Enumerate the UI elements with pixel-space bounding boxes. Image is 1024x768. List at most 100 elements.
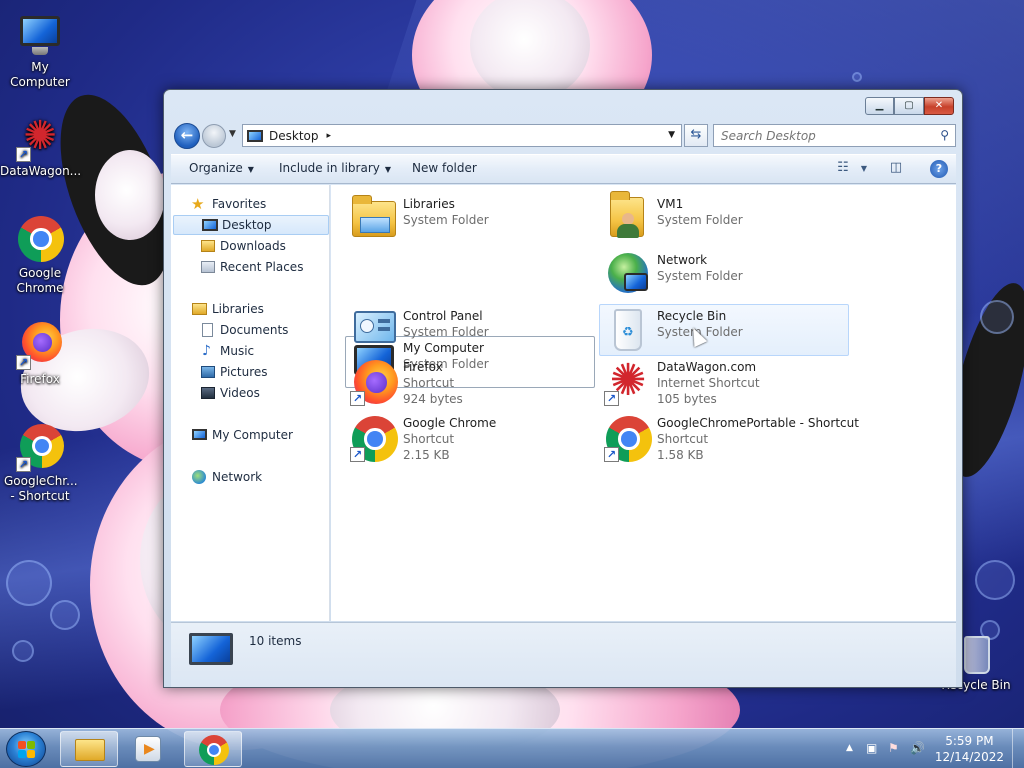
computer-icon xyxy=(16,10,64,58)
desktop-icon-googlechrome-shortcut[interactable]: ↗ GoogleChr... - Shortcut xyxy=(0,424,80,504)
taskbar: ▶ ▲ ▣ ⚑ 🔊 5:59 PM 12/14/2022 xyxy=(0,728,1024,768)
nav-pictures[interactable]: Pictures xyxy=(171,362,329,382)
shortcut-arrow-icon: ↗ xyxy=(350,391,365,406)
nav-downloads[interactable]: Downloads xyxy=(171,236,329,256)
chevron-down-icon: ▼ xyxy=(384,165,392,174)
recent-pages-dropdown-icon[interactable]: ▼ xyxy=(229,129,239,141)
recent-places-icon xyxy=(201,261,215,273)
desktop-icon-label: GoogleChr... - Shortcut xyxy=(4,474,78,503)
chrome-icon xyxy=(16,216,64,264)
computer-icon xyxy=(247,129,263,142)
organize-button[interactable]: Organize ▼ xyxy=(189,161,254,175)
nav-music[interactable]: ♪ Music xyxy=(171,341,329,361)
item-libraries[interactable]: Libraries System Folder xyxy=(345,192,595,244)
include-in-library-button[interactable]: Include in library ▼ xyxy=(279,161,391,175)
desktop-icon-datawagon[interactable]: ✺ ↗ DataWagon... xyxy=(0,114,82,179)
item-vm1[interactable]: VM1 System Folder xyxy=(599,191,849,244)
action-center-icon[interactable]: ⚑ xyxy=(888,741,899,755)
search-icon[interactable]: ⚲ xyxy=(940,128,949,142)
help-icon[interactable]: ? xyxy=(930,160,948,178)
control-panel-icon xyxy=(350,307,398,355)
include-in-library-label: Include in library xyxy=(279,161,380,175)
title-bar[interactable]: ▁ ▢ ✕ xyxy=(164,90,962,120)
network-status-icon[interactable]: ▣ xyxy=(866,741,877,755)
nav-documents[interactable]: Documents xyxy=(171,320,329,340)
address-bar[interactable]: Desktop ▸ ▼ xyxy=(242,124,682,147)
item-googlechromeportable-shortcut[interactable]: ↗ GoogleChromePortable - Shortcut Shortc… xyxy=(599,411,859,463)
nav-videos[interactable]: Videos xyxy=(171,383,329,403)
navigation-bar: ← ▼ Desktop ▸ ▼ ⇆ ⚲ xyxy=(172,123,956,149)
view-options-icon[interactable]: ☷ xyxy=(832,160,854,178)
shortcut-arrow-icon: ↗ xyxy=(604,447,619,462)
taskbar-explorer-button[interactable] xyxy=(60,731,118,767)
shortcut-arrow-icon: ↗ xyxy=(16,147,31,162)
address-path[interactable]: Desktop xyxy=(269,129,319,143)
navigation-pane: ★ Favorites Desktop Downloads Recent Pla… xyxy=(171,185,330,621)
show-desktop-button[interactable] xyxy=(1012,729,1024,768)
libraries-icon xyxy=(192,303,207,315)
desktop-icon-firefox[interactable]: ↗ Firefox xyxy=(0,322,80,387)
item-recycle-bin[interactable]: ♻ Recycle Bin System Folder xyxy=(599,304,849,356)
details-pane: 10 items xyxy=(171,622,956,687)
item-count: 10 items xyxy=(249,634,302,648)
shortcut-arrow-icon: ↗ xyxy=(604,391,619,406)
firefox-icon: ↗ xyxy=(350,358,398,406)
taskbar-chrome-button[interactable] xyxy=(184,731,242,767)
clock[interactable]: 5:59 PM 12/14/2022 xyxy=(935,733,1004,765)
chrome-icon: ↗ xyxy=(604,414,652,462)
computer-icon xyxy=(189,633,233,665)
item-network[interactable]: Network System Folder xyxy=(599,248,849,300)
item-google-chrome[interactable]: ↗ Google Chrome Shortcut 2.15 KB xyxy=(345,411,595,463)
close-button[interactable]: ✕ xyxy=(924,97,954,115)
file-list: Libraries System Folder VM1 System Folde… xyxy=(331,185,956,621)
volume-icon[interactable]: 🔊 xyxy=(910,741,925,755)
nav-favorites[interactable]: ★ Favorites xyxy=(171,194,329,214)
start-button[interactable] xyxy=(6,731,46,767)
desktop-icon-label: Firefox xyxy=(20,372,60,386)
windows-logo-icon xyxy=(18,741,36,759)
shortcut-arrow-icon: ↗ xyxy=(16,355,31,370)
pictures-icon xyxy=(201,366,215,378)
item-control-panel[interactable]: Control Panel System Folder xyxy=(345,304,595,356)
item-datawagon[interactable]: ✺ ↗ DataWagon.com Internet Shortcut 105 … xyxy=(599,355,849,407)
desktop-icon-google-chrome[interactable]: Google Chrome xyxy=(0,216,80,296)
star-icon: ★ xyxy=(191,195,205,213)
chrome-icon: ↗ xyxy=(350,414,398,462)
nav-my-computer[interactable]: My Computer xyxy=(171,425,329,445)
back-button[interactable]: ← xyxy=(174,123,200,149)
refresh-button[interactable]: ⇆ xyxy=(684,124,708,147)
new-folder-label: New folder xyxy=(412,161,477,175)
nav-desktop[interactable]: Desktop xyxy=(173,215,329,235)
chrome-icon xyxy=(199,735,229,765)
view-dropdown-icon[interactable]: ▼ xyxy=(853,164,875,182)
desktop-icon xyxy=(202,219,218,231)
breadcrumb-arrow-icon[interactable]: ▸ xyxy=(327,131,332,141)
preview-pane-icon[interactable]: ◫ xyxy=(885,160,907,178)
address-dropdown-icon[interactable]: ▼ xyxy=(668,130,675,140)
shortcut-arrow-icon: ↗ xyxy=(350,447,365,462)
recycle-bin-icon: ♻ xyxy=(604,307,652,355)
item-firefox[interactable]: ↗ Firefox Shortcut 924 bytes xyxy=(345,355,595,407)
nav-recent-places[interactable]: Recent Places xyxy=(171,257,329,277)
datawagon-icon: ✺ ↗ xyxy=(604,358,652,406)
new-folder-button[interactable]: New folder xyxy=(412,161,477,175)
downloads-folder-icon xyxy=(201,240,215,252)
nav-network[interactable]: Network xyxy=(171,467,329,487)
clock-time: 5:59 PM xyxy=(945,734,994,748)
network-globe-icon xyxy=(192,470,206,484)
maximize-button[interactable]: ▢ xyxy=(894,97,924,115)
shortcut-arrow-icon: ↗ xyxy=(16,457,31,472)
explorer-window: ▁ ▢ ✕ ← ▼ Desktop ▸ ▼ ⇆ ⚲ Organize ▼ Incl… xyxy=(163,89,963,688)
forward-button[interactable] xyxy=(202,124,226,148)
user-folder-icon xyxy=(604,191,652,243)
datawagon-icon: ✺ ↗ xyxy=(16,114,64,162)
nav-libraries[interactable]: Libraries xyxy=(171,299,329,319)
libraries-folder-icon xyxy=(350,195,398,243)
minimize-button[interactable]: ▁ xyxy=(865,97,894,115)
show-hidden-icons-chevron-icon[interactable]: ▲ xyxy=(846,743,853,753)
chrome-icon: ↗ xyxy=(16,424,64,472)
search-input[interactable] xyxy=(714,125,924,146)
taskbar-media-player-button[interactable]: ▶ xyxy=(135,736,161,762)
desktop-icon-my-computer[interactable]: My Computer xyxy=(0,10,80,90)
desktop-icon-label: DataWagon... xyxy=(0,164,82,178)
